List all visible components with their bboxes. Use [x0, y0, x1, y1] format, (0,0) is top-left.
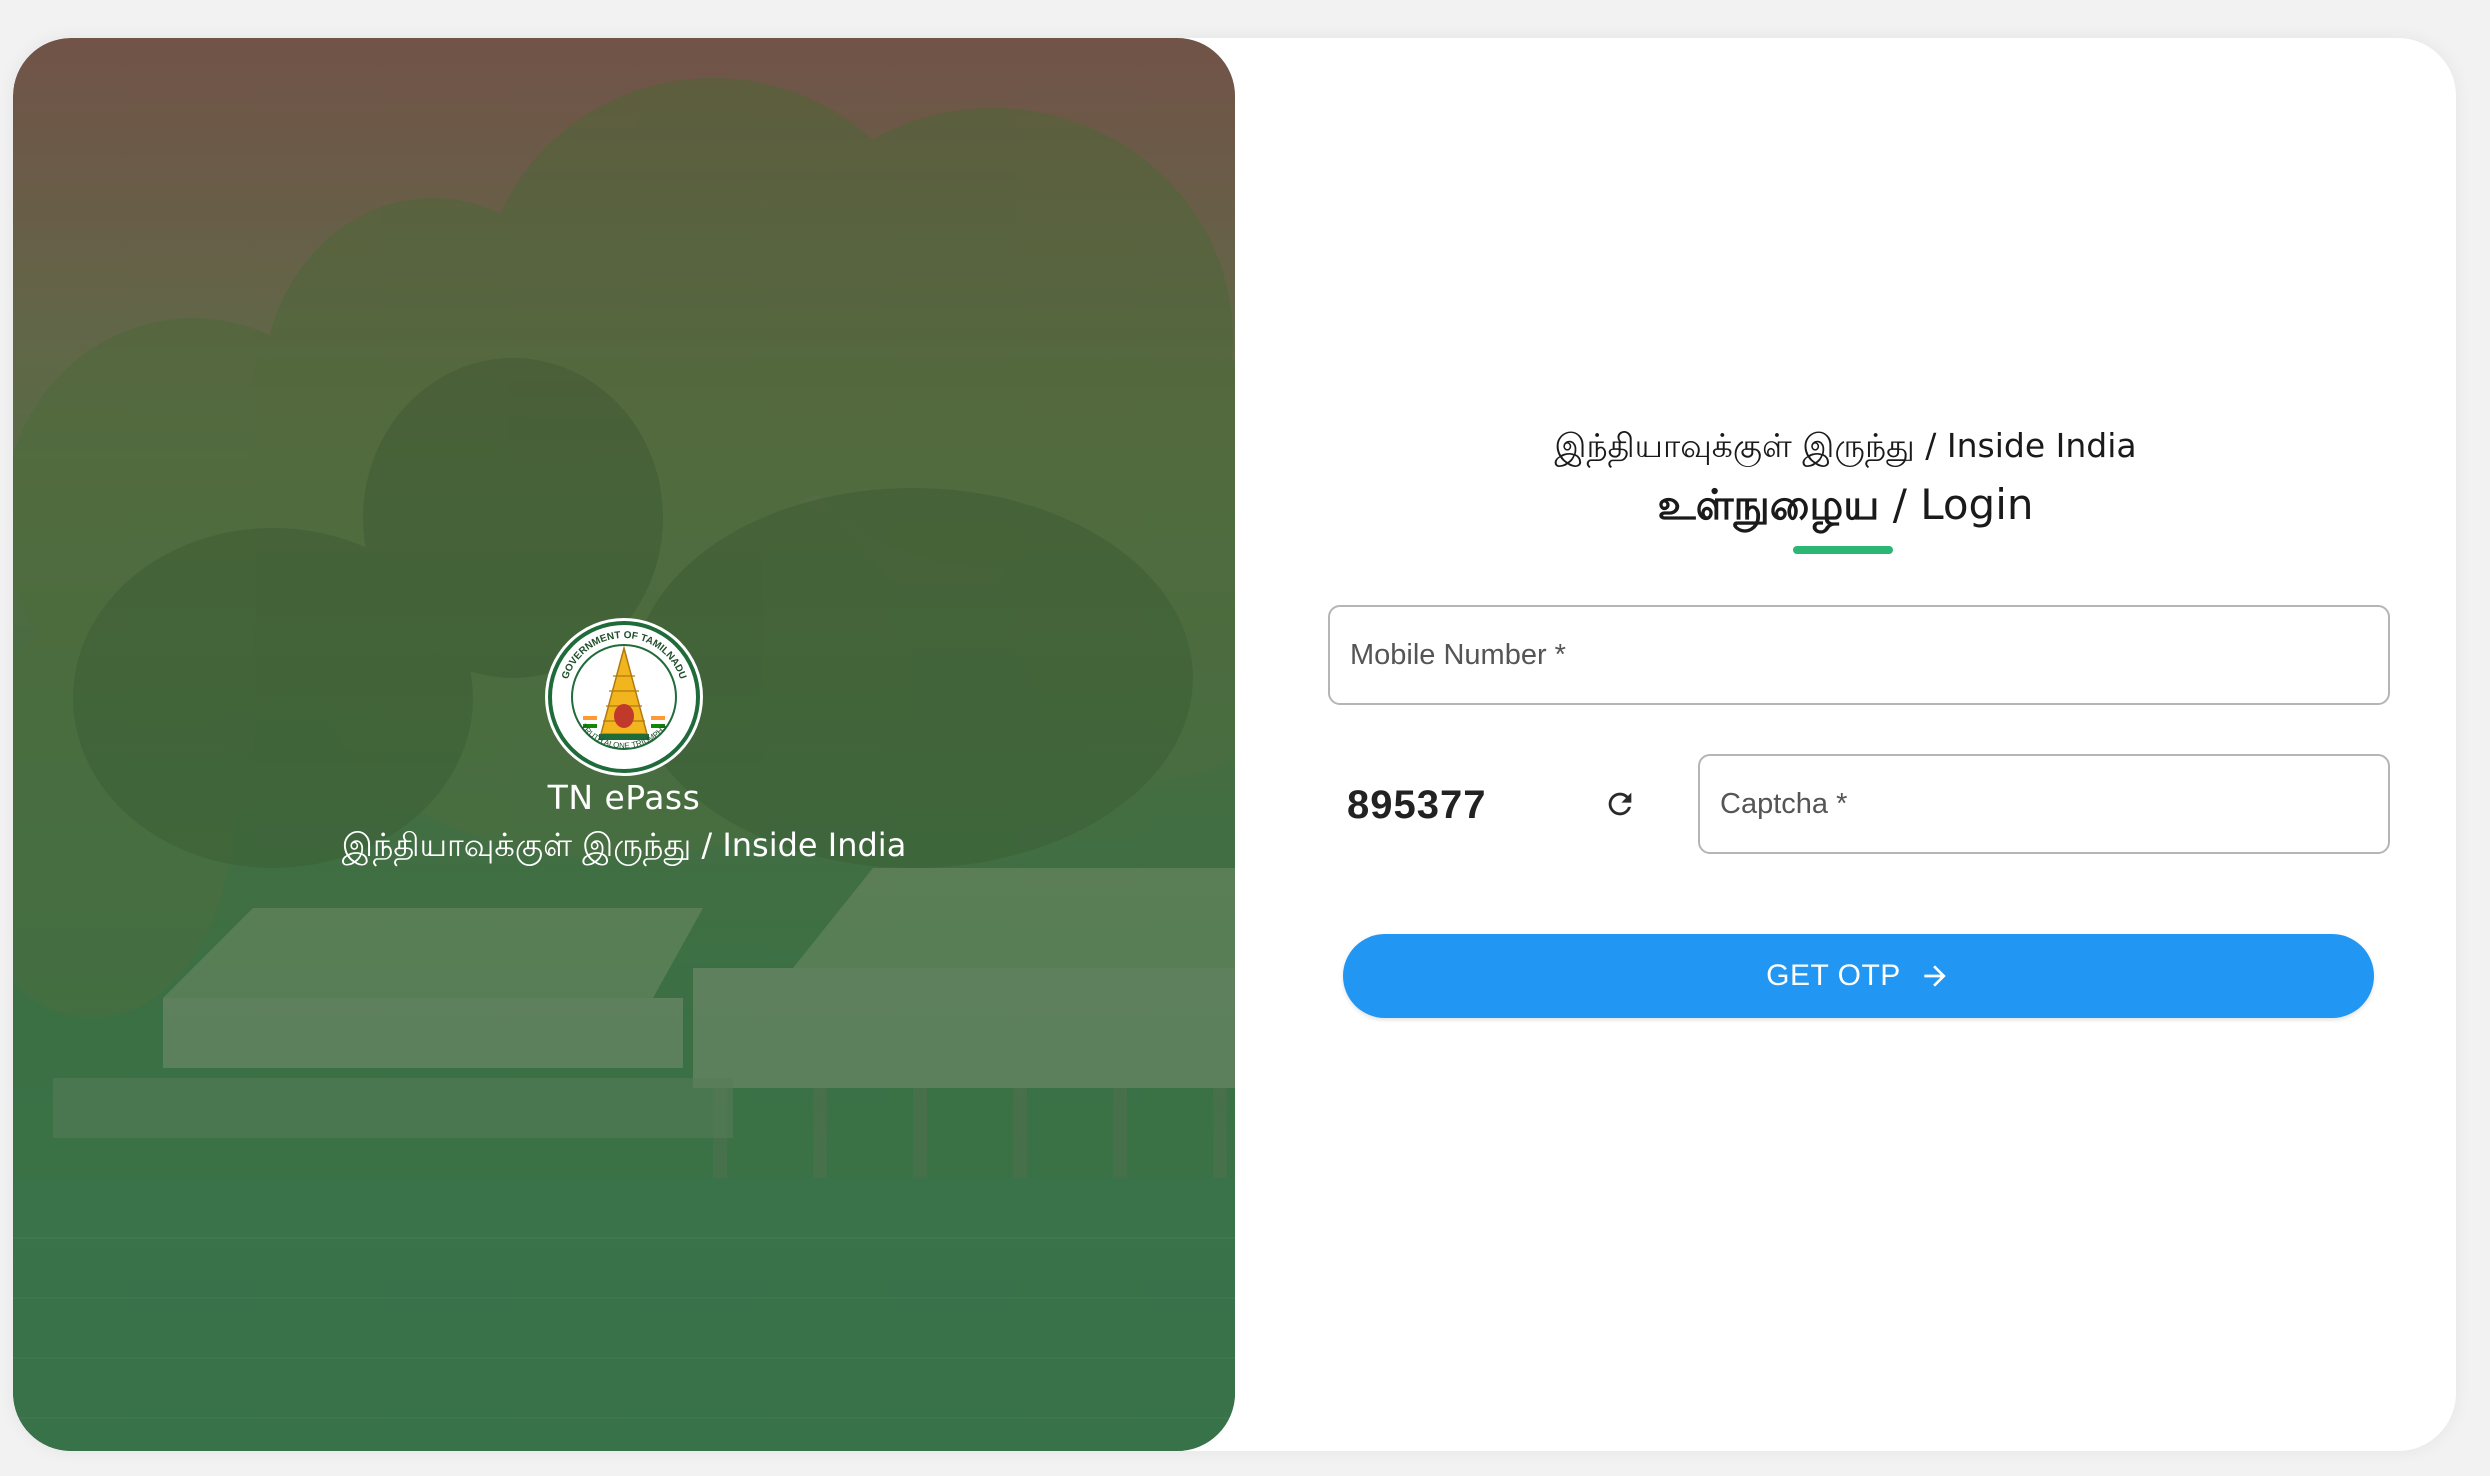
get-otp-label: GET OTP [1766, 959, 1901, 992]
login-card: GOVERNMENT OF TAMILNADU TRUTH ALONE TRIU… [13, 38, 2456, 1451]
title-underline [1793, 546, 1893, 554]
hero-subtitle: இந்தியாவுக்குள் இருந்து / Inside India [341, 826, 907, 864]
form-title: உள்நுழைய / Login [1235, 480, 2456, 535]
get-otp-button[interactable]: GET OTP [1343, 934, 2374, 1018]
captcha-field[interactable] [1698, 754, 2390, 854]
form-subtitle: இந்தியாவுக்குள் இருந்து / Inside India [1554, 426, 2137, 465]
captcha-input[interactable] [1700, 756, 2388, 852]
form-title-english: Login [1920, 480, 2034, 529]
refresh-captcha-button[interactable] [1600, 784, 1640, 824]
refresh-icon [1608, 792, 1632, 816]
captcha-code: 895377 [1347, 783, 1487, 827]
mobile-number-field[interactable] [1328, 605, 2390, 705]
hero-app-name: TN ePass [547, 778, 701, 817]
form-title-separator: / [1879, 480, 1921, 529]
arrow-right-icon [1919, 960, 1951, 992]
login-form-panel: இந்தியாவுக்குள் இருந்து / Inside India உ… [1235, 38, 2456, 1451]
mobile-number-input[interactable] [1330, 607, 2388, 703]
tamilnadu-emblem-icon: GOVERNMENT OF TAMILNADU TRUTH ALONE TRIU… [545, 618, 703, 776]
form-title-tamil: உள்நுழைய [1657, 480, 1880, 529]
hero-panel: GOVERNMENT OF TAMILNADU TRUTH ALONE TRIU… [13, 38, 1235, 1451]
